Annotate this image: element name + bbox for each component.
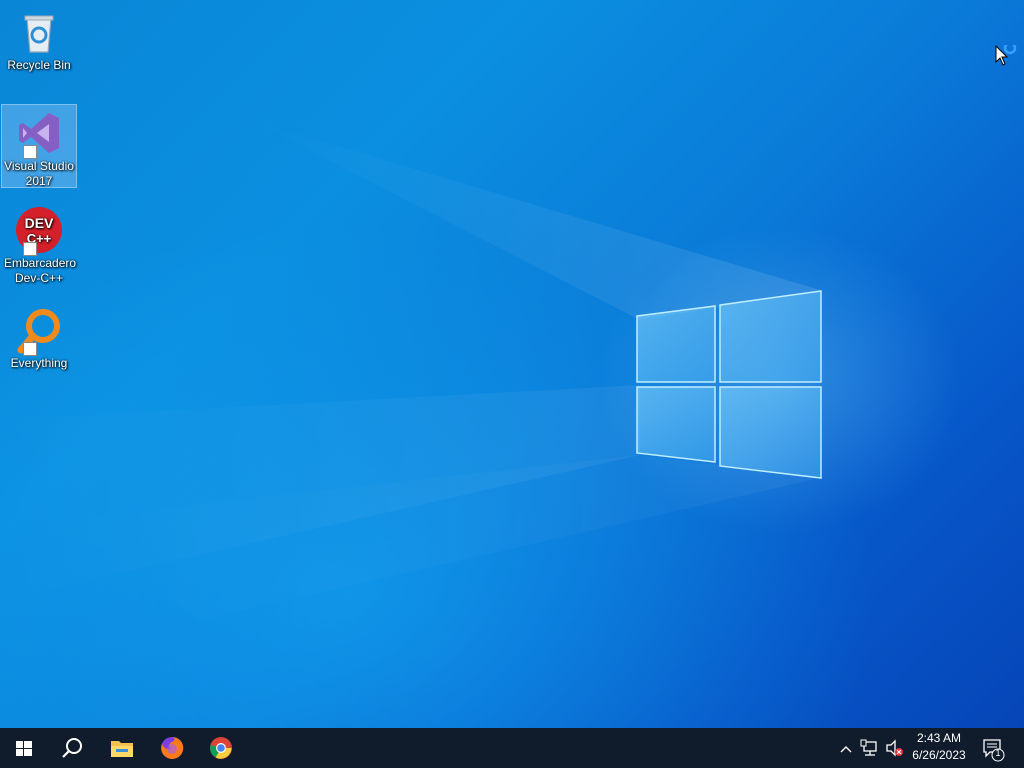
- firefox-icon: [161, 736, 184, 759]
- desktop-icon-label: Embarcadero Dev-C++: [4, 256, 77, 285]
- start-button[interactable]: [0, 728, 48, 768]
- desktop-icon-everything[interactable]: Everything: [2, 302, 76, 371]
- shortcut-arrow-icon: [23, 242, 37, 256]
- svg-text:DEV: DEV: [25, 215, 54, 231]
- windows-logo: [636, 290, 822, 479]
- desktop-icon-devcpp[interactable]: DEV C++ Embarcadero Dev-C++: [2, 202, 76, 286]
- clock-date: 6/26/2023: [912, 748, 966, 762]
- chevron-up-icon: [840, 746, 852, 753]
- mouse-cursor-busy-icon: [995, 41, 1019, 74]
- notification-count-badge: 1: [995, 748, 1001, 758]
- shortcut-arrow-icon: [23, 342, 37, 356]
- chrome-icon: [210, 737, 232, 759]
- network-icon: [860, 739, 877, 756]
- search-button[interactable]: [48, 728, 96, 768]
- file-explorer-icon: [111, 741, 133, 757]
- show-hidden-icons-button[interactable]: [838, 728, 856, 768]
- network-button[interactable]: [860, 728, 882, 768]
- devcpp-icon: DEV C++: [15, 206, 63, 256]
- desktop-icon-label: Visual Studio 2017: [4, 159, 74, 188]
- desktop-icon-recycle-bin[interactable]: Recycle Bin: [2, 4, 76, 73]
- notification-icon: [983, 739, 1005, 762]
- visual-studio-icon: [15, 109, 63, 159]
- everything-search-icon: [15, 306, 63, 356]
- desktop-icon-label: Everything: [10, 356, 68, 370]
- volume-button[interactable]: [884, 728, 906, 768]
- action-center-button[interactable]: 1: [978, 728, 1008, 768]
- clock-time: 2:43 AM: [916, 731, 962, 745]
- recycle-bin-icon: [15, 8, 63, 56]
- taskbar: 2:43 AM 6/26/2023 1: [0, 728, 1024, 768]
- desktop-icon-visual-studio[interactable]: Visual Studio 2017: [1, 104, 77, 188]
- taskbar-firefox[interactable]: [148, 728, 196, 768]
- shortcut-arrow-icon: [23, 145, 37, 159]
- taskbar-file-explorer[interactable]: [98, 728, 146, 768]
- desktop[interactable]: Recycle Bin Visual Studio 2017 DEV C++ E…: [0, 0, 1024, 728]
- wallpaper: [0, 120, 822, 620]
- search-icon: [62, 738, 82, 758]
- windows-start-icon: [16, 741, 32, 756]
- volume-muted-icon: [886, 739, 903, 757]
- taskbar-chrome[interactable]: [197, 728, 245, 768]
- desktop-icon-label: Recycle Bin: [7, 58, 71, 72]
- taskbar-clock[interactable]: 2:43 AM 6/26/2023: [906, 730, 972, 766]
